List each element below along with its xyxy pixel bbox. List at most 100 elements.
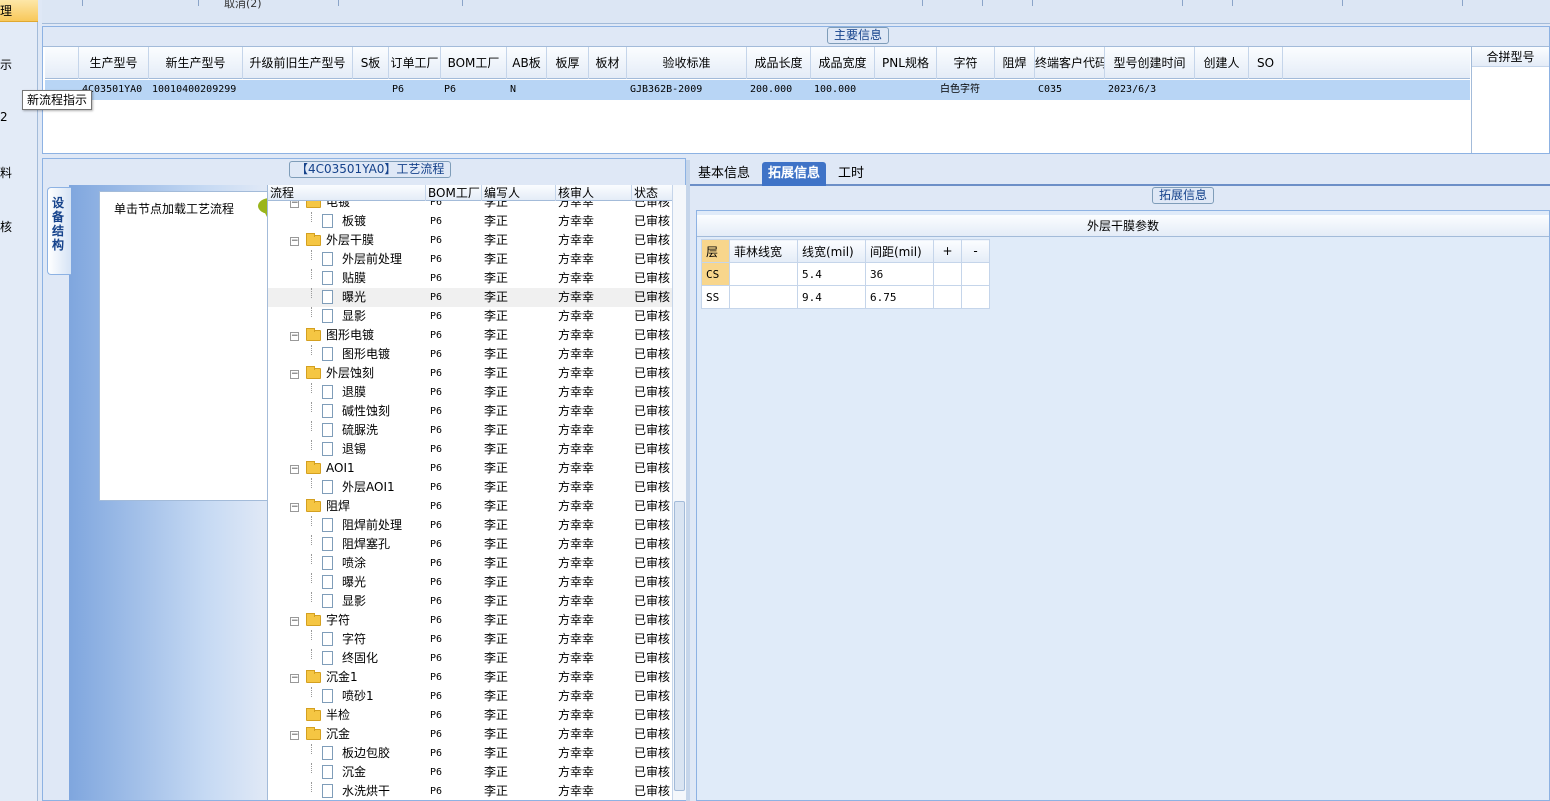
tree-row[interactable]: 曝光 P6 李正 方幸幸 已审核 — [268, 573, 672, 592]
tree-row[interactable]: 半检 P6 李正 方幸幸 已审核 — [268, 706, 672, 725]
collapse-icon[interactable]: − — [290, 674, 299, 683]
left-nav-item-3[interactable]: 料 — [0, 164, 12, 181]
param-cell[interactable]: CS — [701, 262, 730, 286]
tree-node-label[interactable]: 字符 — [342, 630, 366, 649]
tree-row[interactable]: 显影 P6 李正 方幸幸 已审核 — [268, 592, 672, 611]
tree-node-label[interactable]: 硫脲洗 — [342, 421, 378, 440]
column-header[interactable]: PNL规格 — [875, 47, 937, 79]
col-bom-factory[interactable]: BOM工厂 — [426, 185, 482, 201]
tree-row[interactable]: 喷砂1 P6 李正 方幸幸 已审核 — [268, 687, 672, 706]
tree-node-label[interactable]: 显影 — [342, 592, 366, 611]
param-column-header[interactable]: + — [933, 239, 962, 263]
column-header[interactable]: 成品宽度 — [811, 47, 875, 79]
collapse-icon[interactable]: − — [290, 237, 299, 246]
cell[interactable] — [1195, 80, 1249, 100]
param-cell[interactable] — [933, 285, 962, 309]
tree-node-label[interactable]: 外层AOI1 — [342, 478, 395, 497]
tree-row[interactable]: − 电镀 P6 李正 方幸幸 已审核 — [268, 201, 672, 212]
tree-node-label[interactable]: 喷砂1 — [342, 687, 374, 706]
tree-row[interactable]: 外层前处理 P6 李正 方幸幸 已审核 — [268, 250, 672, 269]
cell[interactable]: C035 — [1035, 80, 1105, 100]
cell[interactable] — [547, 80, 589, 100]
param-column-header[interactable]: - — [961, 239, 990, 263]
column-header[interactable]: 升级前旧生产型号 — [243, 47, 353, 79]
tree-node-label[interactable]: 板镀 — [342, 212, 366, 231]
tree-row[interactable]: − 外层蚀刻 P6 李正 方幸幸 已审核 — [268, 364, 672, 383]
column-header[interactable]: 型号创建时间 — [1105, 47, 1195, 79]
tree-node-label[interactable]: 沉金 — [326, 725, 350, 744]
collapse-icon[interactable]: − — [290, 201, 299, 208]
tab-working-hours[interactable]: 工时 — [832, 162, 870, 186]
cell[interactable] — [353, 80, 389, 100]
tree-node-label[interactable]: 贴膜 — [342, 269, 366, 288]
tree-node-label[interactable]: 曝光 — [342, 573, 366, 592]
tree-row[interactable]: 硫脲洗 P6 李正 方幸幸 已审核 — [268, 421, 672, 440]
collapse-icon[interactable]: − — [290, 617, 299, 626]
tree-node-label[interactable]: 半检 — [326, 706, 350, 725]
tree-node-label[interactable]: 图形电镀 — [326, 326, 374, 345]
cell[interactable]: 200.000 — [747, 80, 811, 100]
collapse-icon[interactable]: − — [290, 332, 299, 341]
left-nav-item-4[interactable]: 核 — [0, 218, 12, 235]
tree-row[interactable]: 喷涂 P6 李正 方幸幸 已审核 — [268, 554, 672, 573]
col-reviewer[interactable]: 核审人 — [556, 185, 632, 201]
left-nav-item-0[interactable]: 理 — [0, 2, 12, 19]
column-header[interactable]: 终端客户代码 — [1035, 47, 1105, 79]
tree-row[interactable]: 水洗烘干 P6 李正 方幸幸 已审核 — [268, 782, 672, 800]
tree-node-label[interactable]: 外层前处理 — [342, 250, 402, 269]
col-writer[interactable]: 编写人 — [482, 185, 556, 201]
tree-row[interactable]: − 外层干膜 P6 李正 方幸幸 已审核 — [268, 231, 672, 250]
tree-row[interactable]: 图形电镀 P6 李正 方幸幸 已审核 — [268, 345, 672, 364]
param-cell[interactable]: 6.75 — [865, 285, 934, 309]
tree-row[interactable]: 字符 P6 李正 方幸幸 已审核 — [268, 630, 672, 649]
left-nav-item-1[interactable]: 示 — [0, 56, 12, 73]
cell[interactable] — [589, 80, 627, 100]
tree-node-label[interactable]: 沉金 — [342, 763, 366, 782]
column-header[interactable]: 板厚 — [547, 47, 589, 79]
column-header[interactable]: BOM工厂 — [441, 47, 507, 79]
param-cell[interactable] — [729, 262, 798, 286]
tab-equipment-structure[interactable]: 设备结构 — [47, 187, 71, 275]
tree-node-label[interactable]: 字符 — [326, 611, 350, 630]
tree-node-label[interactable]: 外层干膜 — [326, 231, 374, 250]
tree-node-label[interactable]: 喷涂 — [342, 554, 366, 573]
tab-basic-info[interactable]: 基本信息 — [692, 162, 756, 186]
param-cell[interactable]: 9.4 — [797, 285, 866, 309]
tree-node-label[interactable]: 电镀 — [326, 201, 350, 212]
param-cell[interactable]: 5.4 — [797, 262, 866, 286]
column-header[interactable]: 生产型号 — [79, 47, 149, 79]
tree-node-label[interactable]: 显影 — [342, 307, 366, 326]
tree-row[interactable]: − 阻焊 P6 李正 方幸幸 已审核 — [268, 497, 672, 516]
cell[interactable]: GJB362B-2009 — [627, 80, 747, 100]
param-cell[interactable] — [961, 262, 990, 286]
tree-row[interactable]: − 字符 P6 李正 方幸幸 已审核 — [268, 611, 672, 630]
tree-node-label[interactable]: 板边包胶 — [342, 744, 390, 763]
cancel-count[interactable]: 取消(2) — [224, 0, 262, 11]
tree-node-label[interactable]: 碱性蚀刻 — [342, 402, 390, 421]
tree-row[interactable]: 碱性蚀刻 P6 李正 方幸幸 已审核 — [268, 402, 672, 421]
left-nav-active[interactable]: 理 — [0, 0, 38, 22]
column-header[interactable]: SO — [1249, 47, 1283, 79]
tree-row[interactable]: 阻焊塞孔 P6 李正 方幸幸 已审核 — [268, 535, 672, 554]
tree-row[interactable]: 退锡 P6 李正 方幸幸 已审核 — [268, 440, 672, 459]
column-header[interactable]: 验收标准 — [627, 47, 747, 79]
tree-node-label[interactable]: 阻焊前处理 — [342, 516, 402, 535]
param-cell[interactable] — [729, 285, 798, 309]
cell[interactable] — [243, 80, 353, 100]
column-header[interactable]: S板 — [353, 47, 389, 79]
col-flow[interactable]: 流程 — [268, 185, 426, 201]
tree-row[interactable]: − 沉金1 P6 李正 方幸幸 已审核 — [268, 668, 672, 687]
collapse-icon[interactable]: − — [290, 465, 299, 474]
column-header[interactable]: 成品长度 — [747, 47, 811, 79]
collapse-icon[interactable]: − — [290, 370, 299, 379]
tree-row[interactable]: 板边包胶 P6 李正 方幸幸 已审核 — [268, 744, 672, 763]
col-status[interactable]: 状态 — [632, 185, 672, 201]
tree-node-label[interactable]: 水洗烘干 — [342, 782, 390, 800]
flow-tree-scrollbar[interactable] — [672, 185, 686, 800]
tree-row[interactable]: 阻焊前处理 P6 李正 方幸幸 已审核 — [268, 516, 672, 535]
cell[interactable]: N — [507, 80, 547, 100]
tree-row[interactable]: − 沉金 P6 李正 方幸幸 已审核 — [268, 725, 672, 744]
cell[interactable] — [875, 80, 937, 100]
column-header[interactable]: 订单工厂 — [389, 47, 441, 79]
column-header[interactable]: 新生产型号 — [149, 47, 243, 79]
